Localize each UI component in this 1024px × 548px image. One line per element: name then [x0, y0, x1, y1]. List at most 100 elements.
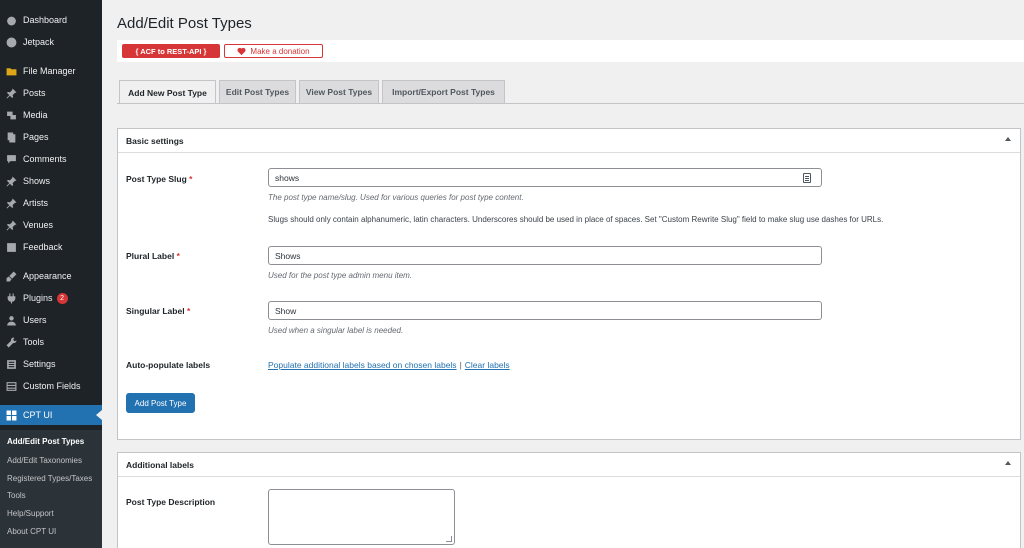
cpt-ui-submenu: Add/Edit Post Types Add/Edit Taxonomies …	[0, 430, 102, 548]
submenu-item-add-edit-post-types[interactable]: Add/Edit Post Types	[7, 437, 84, 446]
plural-help-text: Used for the post type admin menu item.	[268, 271, 413, 280]
sidebar-item-users[interactable]: Users	[0, 310, 102, 330]
submenu-item-add-edit-taxonomies[interactable]: Add/Edit Taxonomies	[7, 456, 82, 465]
plugin-icon	[5, 292, 17, 304]
sidebar-item-custom-fields[interactable]: Custom Fields	[0, 376, 102, 396]
clear-labels-link[interactable]: Clear labels	[465, 360, 510, 370]
sidebar-item-posts[interactable]: Posts	[0, 83, 102, 103]
main-content: Add/Edit Post Types { ACF to REST-API } …	[102, 0, 1024, 548]
auto-populate-label: Auto-populate labels	[126, 360, 211, 370]
post-type-slug-input[interactable]: shows	[268, 168, 822, 187]
sidebar-item-file-manager[interactable]: File Manager	[0, 61, 102, 81]
submenu-item-help-support[interactable]: Help/Support	[7, 509, 54, 518]
custom-fields-icon	[5, 380, 17, 392]
panel-title: Additional labels	[126, 459, 195, 470]
sidebar-item-appearance[interactable]: Appearance	[0, 266, 102, 286]
dashboard-icon	[5, 14, 17, 26]
donate-label: Make a donation	[250, 46, 310, 56]
sidebar-item-pages[interactable]: Pages	[0, 127, 102, 147]
sidebar-item-label: Users	[23, 315, 47, 325]
add-post-type-button[interactable]: Add Post Type	[126, 393, 195, 413]
sidebar-item-shows[interactable]: Shows	[0, 171, 102, 191]
wrench-icon	[5, 336, 17, 348]
sidebar-item-dashboard[interactable]: Dashboard	[0, 10, 102, 30]
slug-help-text: The post type name/slug. Used for variou…	[268, 193, 524, 202]
slug-label: Post Type Slug *	[126, 174, 193, 184]
heart-icon	[237, 47, 246, 56]
description-label: Post Type Description	[126, 497, 216, 507]
sidebar-item-label: Jetpack	[23, 37, 55, 47]
brush-icon	[5, 270, 17, 282]
jetpack-icon	[5, 36, 17, 48]
submenu-item-tools[interactable]: Tools	[7, 491, 26, 500]
tab-edit-post-types[interactable]: Edit Post Types	[219, 80, 296, 103]
sidebar-item-label: Appearance	[23, 271, 72, 281]
media-icon	[5, 109, 17, 121]
panel-title: Basic settings	[126, 135, 184, 146]
sidebar-item-label: Dashboard	[23, 15, 68, 25]
sidebar-item-label: Comments	[23, 154, 67, 164]
populate-labels-link[interactable]: Populate additional labels based on chos…	[268, 360, 457, 370]
auto-populate-links: Populate additional labels based on chos…	[268, 360, 510, 370]
sidebar-item-label: Feedback	[23, 242, 63, 252]
admin-sidebar: Dashboard Jetpack File Manager Posts Med…	[0, 0, 102, 548]
sidebar-item-artists[interactable]: Artists	[0, 193, 102, 213]
submenu-item-about[interactable]: About CPT UI	[7, 527, 56, 536]
sidebar-item-label: Posts	[23, 88, 46, 98]
sidebar-item-label: Custom Fields	[23, 381, 81, 391]
folder-icon	[5, 65, 17, 77]
autofill-icon[interactable]	[803, 173, 811, 183]
collapse-arrow-icon[interactable]	[1005, 461, 1011, 465]
comment-icon	[5, 153, 17, 165]
sidebar-item-cpt-ui[interactable]: CPT UI	[0, 405, 102, 425]
users-icon	[5, 314, 17, 326]
sidebar-item-tools[interactable]: Tools	[0, 332, 102, 352]
sidebar-item-plugins[interactable]: Plugins 2	[0, 288, 102, 308]
sidebar-item-jetpack[interactable]: Jetpack	[0, 32, 102, 52]
additional-labels-header[interactable]: Additional labels	[118, 453, 1020, 477]
sidebar-item-label: Shows	[23, 176, 51, 186]
tab-import-export[interactable]: Import/Export Post Types	[382, 80, 505, 103]
sidebar-item-label: CPT UI	[23, 410, 53, 420]
pin-icon	[5, 87, 17, 99]
sidebar-item-label: File Manager	[23, 66, 76, 76]
sidebar-item-venues[interactable]: Venues	[0, 215, 102, 235]
cptui-icon	[5, 409, 17, 421]
sidebar-item-media[interactable]: Media	[0, 105, 102, 125]
sidebar-item-label: Media	[23, 110, 48, 120]
required-mark: *	[186, 306, 191, 316]
post-type-description-textarea[interactable]	[268, 489, 455, 545]
tab-add-new-post-type[interactable]: Add New Post Type	[119, 80, 216, 104]
plugin-banner: { ACF to REST-API } Make a donation	[117, 40, 1024, 62]
acf-rest-api-button[interactable]: { ACF to REST-API }	[122, 44, 220, 58]
collapse-arrow-icon[interactable]	[1005, 137, 1011, 141]
plural-label-input[interactable]: Shows	[268, 246, 822, 265]
tab-view-post-types[interactable]: View Post Types	[299, 80, 379, 103]
required-mark: *	[176, 251, 180, 261]
sidebar-item-label: Plugins	[23, 293, 53, 303]
basic-settings-header[interactable]: Basic settings	[118, 129, 1020, 153]
sidebar-item-label: Pages	[23, 132, 49, 142]
donate-button[interactable]: Make a donation	[224, 44, 323, 58]
sidebar-item-feedback[interactable]: Feedback	[0, 237, 102, 257]
singular-label: Singular Label *	[126, 306, 191, 316]
pin-icon	[5, 219, 17, 231]
tab-divider	[117, 103, 1024, 104]
page-title: Add/Edit Post Types	[117, 15, 252, 32]
plural-label: Plural Label *	[126, 251, 180, 261]
feedback-icon	[5, 241, 17, 253]
sidebar-item-settings[interactable]: Settings	[0, 354, 102, 374]
submenu-item-registered-types[interactable]: Registered Types/Taxes	[7, 474, 92, 483]
singular-label-input[interactable]: Show	[268, 301, 822, 320]
plugins-update-badge: 2	[56, 292, 68, 304]
sidebar-item-label: Artists	[23, 198, 49, 208]
basic-settings-panel: Basic settings Post Type Slug * shows Th…	[117, 128, 1021, 440]
singular-help-text: Used when a singular label is needed.	[268, 326, 404, 335]
required-mark: *	[189, 174, 193, 184]
link-separator: |	[459, 360, 462, 370]
pages-icon	[5, 131, 17, 143]
slug-note-text: Slugs should only contain alphanumeric, …	[268, 215, 884, 224]
sidebar-item-comments[interactable]: Comments	[0, 149, 102, 169]
pin-icon	[5, 197, 17, 209]
pin-icon	[5, 175, 17, 187]
